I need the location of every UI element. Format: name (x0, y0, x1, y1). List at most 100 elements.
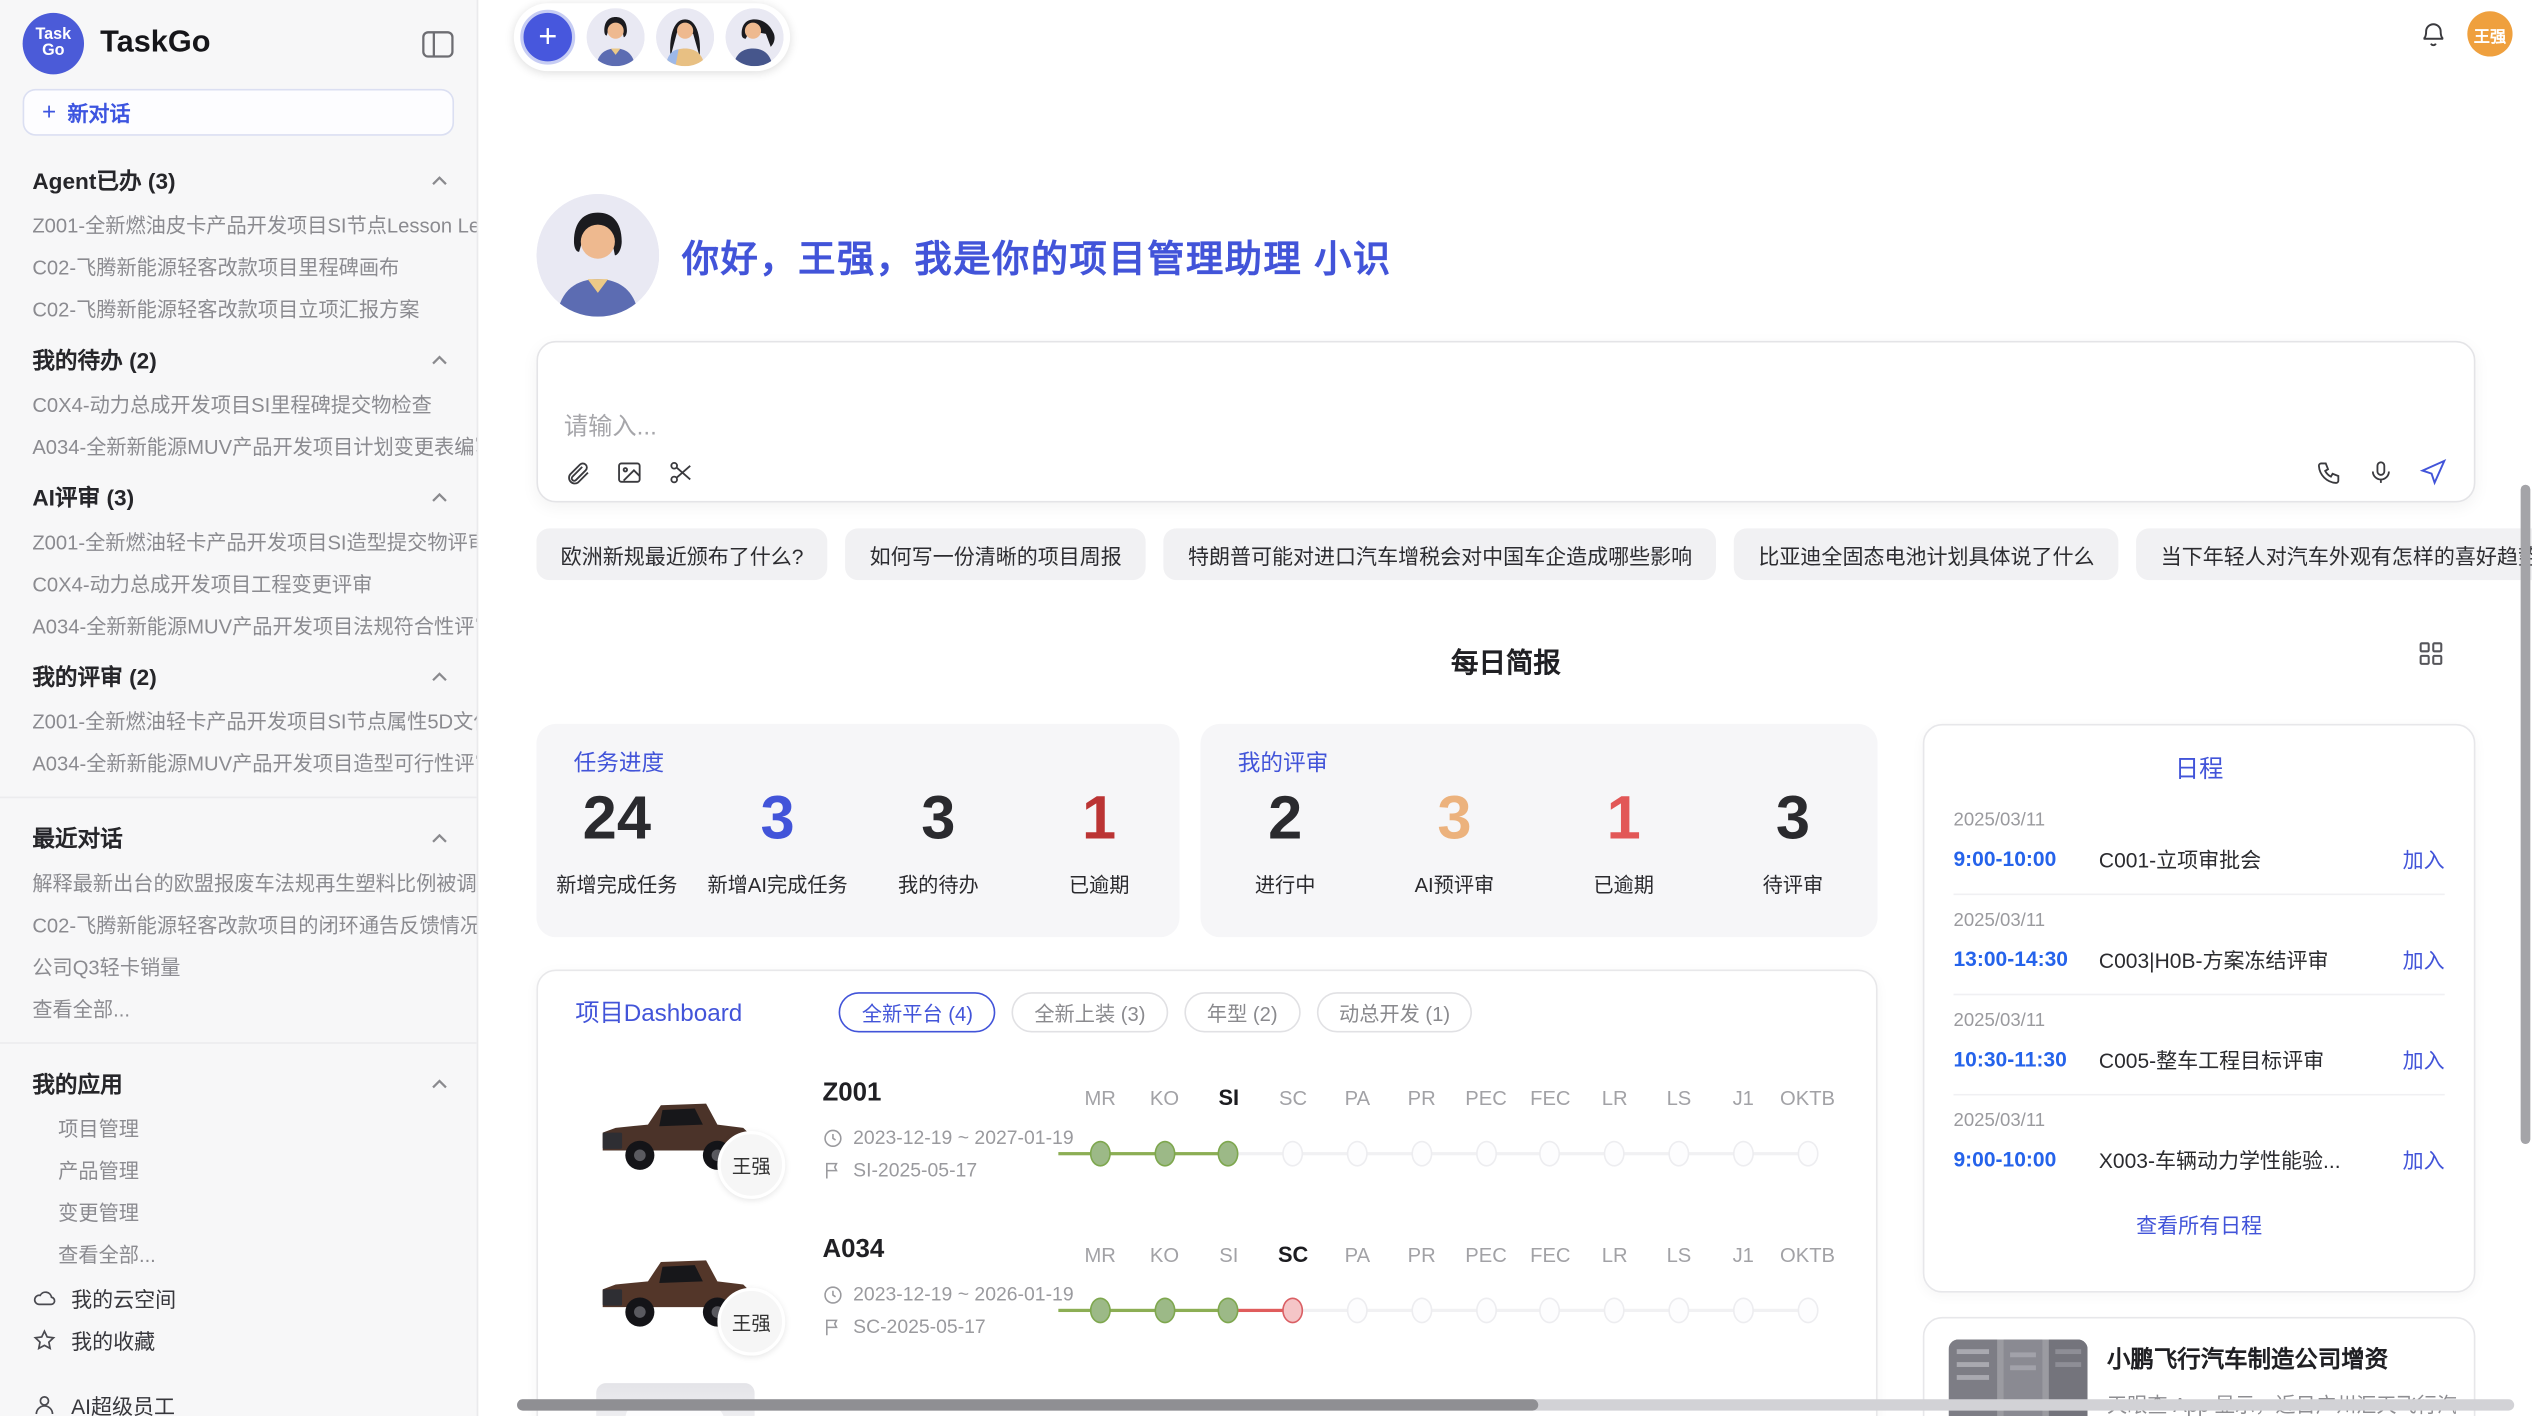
app-logo: Task Go (23, 13, 84, 74)
suggestion-chip[interactable]: 比亚迪全固态电池计划具体说了什么 (1734, 528, 2119, 580)
section-my-review[interactable]: 我的评审 (2) (0, 648, 477, 701)
view-all-chats[interactable]: 查看全部... (0, 989, 477, 1031)
milestone-dot (1218, 1297, 1239, 1323)
suggestion-chip[interactable]: 当下年轻人对汽车外观有怎样的喜好趋势 (2137, 528, 2532, 580)
chevron-up-icon[interactable] (431, 1079, 447, 1089)
new-chat-button[interactable]: + 新对话 (23, 89, 454, 136)
list-item[interactable]: A034-全新新能源MUV产品开发项目法规符合性评审 (0, 606, 477, 648)
chevron-up-icon[interactable] (431, 176, 447, 186)
milestone-label: LR (1582, 1239, 1646, 1271)
milestone-dot (1154, 1141, 1175, 1167)
view-all-schedule-link[interactable]: 查看所有日程 (1924, 1209, 2473, 1240)
notification-bell-icon[interactable] (2419, 19, 2448, 48)
milestone-label: PA (1325, 1239, 1389, 1271)
join-link[interactable]: 加入 (2403, 1144, 2445, 1175)
list-item[interactable]: Z001-全新燃油轻卡产品开发项目SI造型提交物评审 (0, 522, 477, 564)
list-item[interactable]: Z001-全新燃油皮卡产品开发项目SI节点Lesson Learn报告 (0, 205, 477, 247)
suggestion-chip[interactable]: 欧洲新规最近颁布了什么? (536, 528, 827, 580)
chevron-up-icon[interactable] (431, 493, 447, 503)
chevron-up-icon[interactable] (431, 355, 447, 365)
horizontal-scrollbar-thumb[interactable] (517, 1399, 1538, 1410)
milestone-dot (1668, 1297, 1689, 1323)
mic-icon[interactable] (2367, 458, 2394, 485)
chevron-up-icon[interactable] (431, 672, 447, 682)
vertical-scrollbar-thumb[interactable] (2521, 485, 2531, 1144)
agent-avatar-2[interactable] (656, 8, 714, 66)
milestone-dot (1283, 1297, 1304, 1323)
list-item[interactable]: C02-飞腾新能源轻客改款项目立项汇报方案 (0, 289, 477, 331)
milestone-dot (1604, 1297, 1625, 1323)
send-icon[interactable] (2419, 457, 2448, 486)
chevron-up-icon[interactable] (431, 834, 447, 844)
stat-overdue: 1 已逾期 (1019, 784, 1180, 899)
milestone-dot (1090, 1141, 1111, 1167)
milestone-dot (1154, 1297, 1175, 1323)
sidebar-item-project-mgmt[interactable]: 项目管理 (0, 1108, 477, 1150)
sidebar-item-product-mgmt[interactable]: 产品管理 (0, 1150, 477, 1192)
sidebar-item-ai-employee[interactable]: AI超级员工 (0, 1383, 477, 1416)
sidebar-header: Task Go TaskGo (0, 0, 477, 81)
agent-avatar-3[interactable] (725, 8, 783, 66)
project-row[interactable]: 王强 Z001 2023-12-19 ~ 2027-01-19 SI-2025-… (538, 1060, 1876, 1217)
milestone-dot (1411, 1141, 1432, 1167)
image-icon[interactable] (616, 459, 643, 486)
filter-new-body[interactable]: 全新上装 (3) (1012, 992, 1168, 1032)
project-row[interactable]: 王强 A034 2023-12-19 ~ 2026-01-19 SC-2025-… (538, 1217, 1876, 1374)
milestone-label: MR (1068, 1083, 1132, 1115)
list-item[interactable]: A034-全新新能源MUV产品开发项目造型可行性评审 (0, 743, 477, 785)
view-all-apps[interactable]: 查看全部... (0, 1234, 477, 1276)
list-item[interactable]: 解释最新出台的欧盟报废车法规再生塑料比例被调至15%... (0, 863, 477, 905)
join-link[interactable]: 加入 (2403, 1044, 2445, 1075)
sidebar-item-cloud-space[interactable]: 我的云空间 (0, 1276, 477, 1318)
filter-all-platform[interactable]: 全新平台 (4) (839, 992, 995, 1032)
daily-brief-title: 每日简报 (536, 640, 2475, 680)
list-item[interactable]: C02-飞腾新能源轻客改款项目里程碑画布 (0, 247, 477, 289)
stat-my-todo: 3 我的待办 (858, 784, 1019, 899)
sidebar-collapse-icon[interactable] (422, 30, 454, 57)
owner-badge: 王强 (717, 1288, 785, 1356)
suggestion-chip[interactable]: 如何写一份清晰的项目周报 (845, 528, 1146, 580)
milestone-dot (1797, 1297, 1818, 1323)
dashboard-header: 项目Dashboard 全新平台 (4) 全新上装 (3) 年型 (2) 动总开… (538, 971, 1876, 1032)
chat-input-card[interactable]: 请输入... (536, 341, 2475, 503)
agent-avatar-1[interactable] (587, 8, 645, 66)
suggestion-chips: 欧洲新规最近颁布了什么? 如何写一份清晰的项目周报 特朗普可能对进口汽车增税会对… (536, 528, 2532, 580)
section-ai-review[interactable]: AI评审 (3) (0, 469, 477, 522)
join-link[interactable]: 加入 (2403, 843, 2445, 874)
section-my-todo[interactable]: 我的待办 (2) (0, 331, 477, 384)
layout-grid-icon[interactable] (2417, 640, 2444, 667)
flag-icon (822, 1159, 843, 1180)
milestone-label: OKTB (1775, 1239, 1839, 1271)
list-item[interactable]: C0X4-动力总成开发项目SI里程碑提交物检查 (0, 385, 477, 427)
phone-icon[interactable] (2315, 458, 2342, 485)
section-recent-chats[interactable]: 最近对话 (0, 810, 477, 863)
milestone-label: SI (1197, 1239, 1261, 1271)
stat-label: AI预评审 (1370, 868, 1539, 899)
logo-line2: Go (42, 44, 64, 61)
list-item[interactable]: Z001-全新燃油轻卡产品开发项目SI节点属性5D文件评审 (0, 701, 477, 743)
add-agent-button[interactable]: + (520, 10, 575, 65)
stat-pending-review: 3 待评审 (1708, 784, 1877, 899)
entry-time: 13:00-14:30 (1954, 947, 2099, 971)
greeting-text: 你好，王强，我是你的项目管理助理 小识 (682, 228, 1392, 283)
dashboard-title: 项目Dashboard (575, 995, 742, 1029)
list-item[interactable]: C02-飞腾新能源轻客改款项目的闭环通告反馈情况 (0, 905, 477, 947)
list-item[interactable]: C0X4-动力总成开发项目工程变更评审 (0, 564, 477, 606)
plus-icon: + (42, 99, 56, 126)
section-agent-done[interactable]: Agent已办 (3) (0, 152, 477, 205)
suggestion-chip[interactable]: 特朗普可能对进口汽车增税会对中国车企造成哪些影响 (1164, 528, 1717, 580)
sidebar-item-change-mgmt[interactable]: 变更管理 (0, 1192, 477, 1234)
list-item[interactable]: 公司Q3轻卡销量 (0, 947, 477, 989)
filter-powertrain[interactable]: 动总开发 (1) (1316, 992, 1472, 1032)
section-my-apps[interactable]: 我的应用 (0, 1055, 477, 1108)
stat-value: 3 (1708, 784, 1877, 855)
sidebar-item-label: 我的云空间 (71, 1282, 176, 1313)
scissors-icon[interactable] (667, 459, 694, 486)
filter-year-model[interactable]: 年型 (2) (1184, 992, 1300, 1032)
sidebar-item-favorites[interactable]: 我的收藏 (0, 1318, 477, 1360)
join-link[interactable]: 加入 (2403, 944, 2445, 975)
user-avatar[interactable]: 王强 (2467, 11, 2512, 56)
attach-icon[interactable] (564, 459, 591, 486)
list-item[interactable]: A034-全新新能源MUV产品开发项目计划变更表编写 (0, 427, 477, 469)
chat-input-placeholder[interactable]: 请输入... (564, 409, 657, 443)
